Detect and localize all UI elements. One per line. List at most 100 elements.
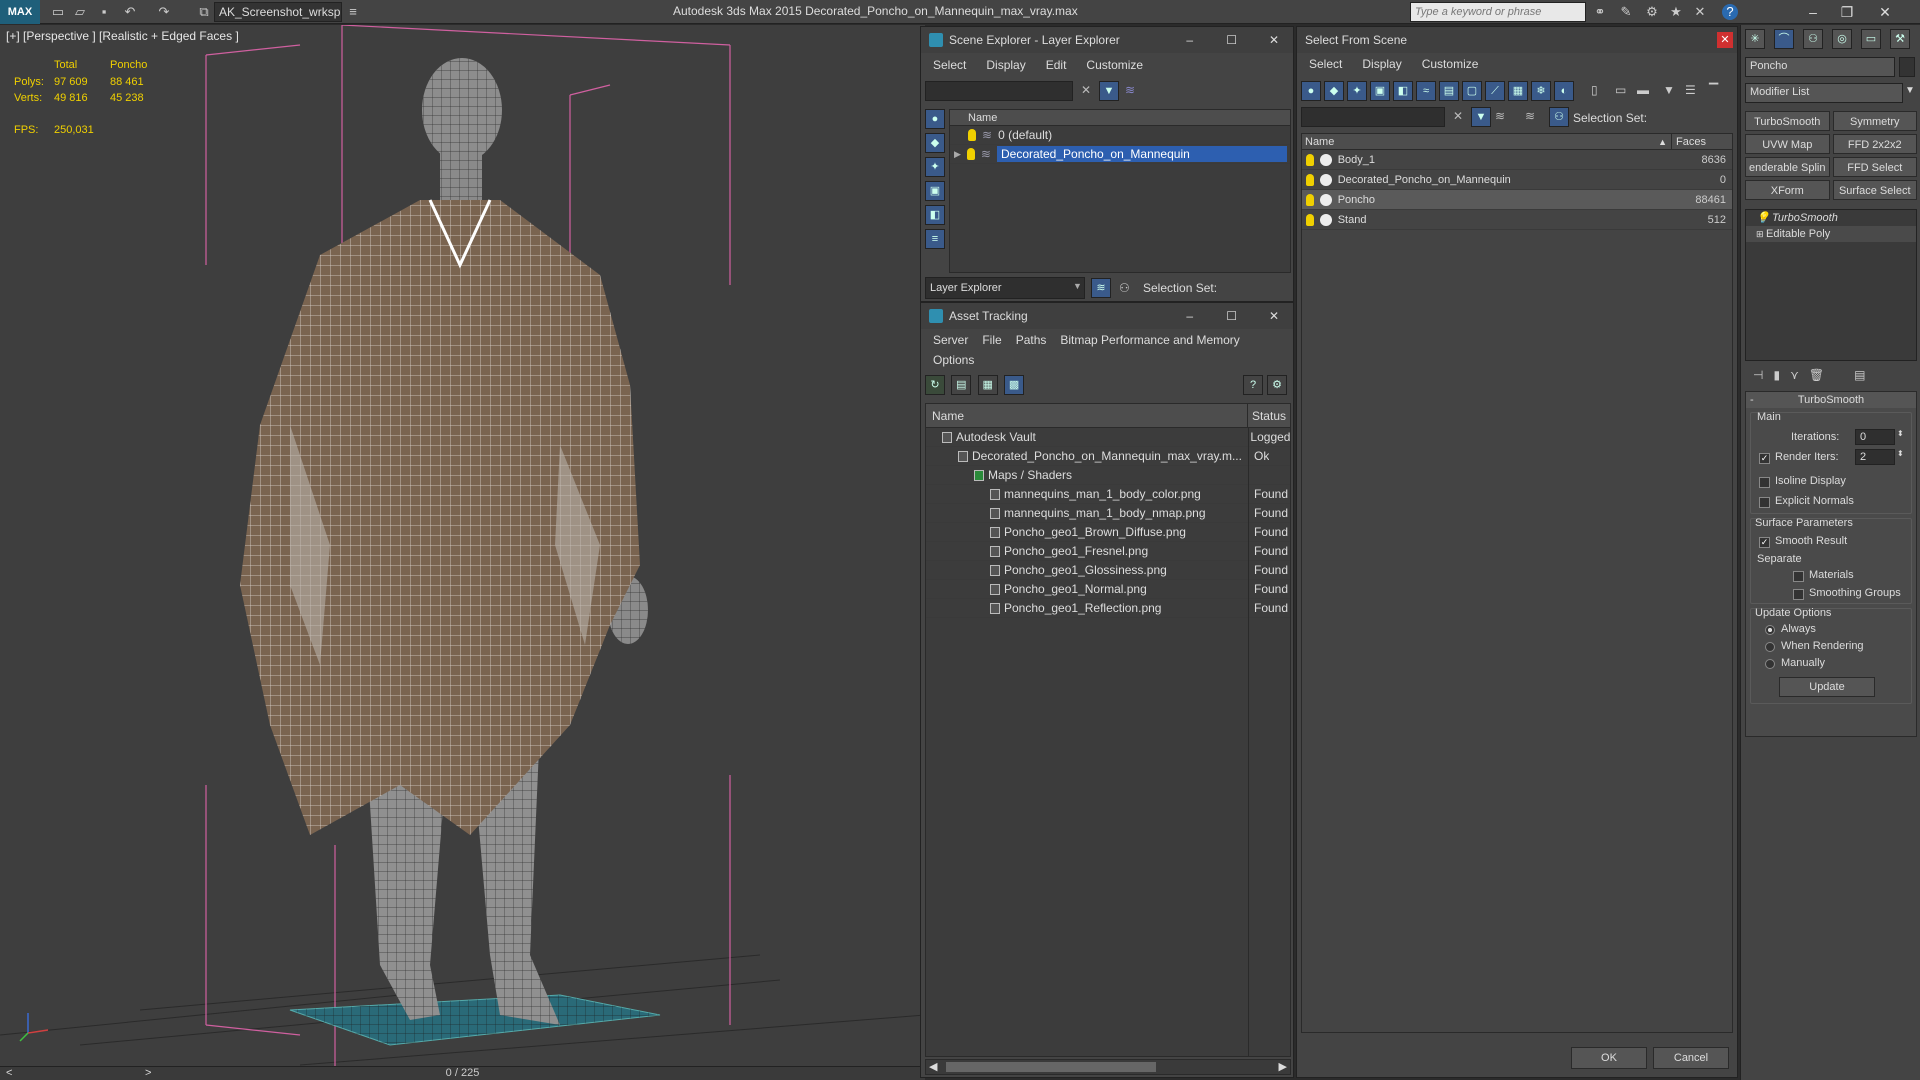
display-cameras-icon[interactable]: ▣ — [925, 181, 945, 201]
utilities-tab-icon[interactable]: ⚒ — [1890, 29, 1910, 49]
explorer-type-dropdown[interactable]: Layer Explorer — [925, 277, 1085, 299]
menu-select[interactable]: Select — [1309, 57, 1342, 71]
workspace-menu-icon[interactable]: ≡ — [345, 4, 361, 20]
smoothing-groups-checkbox[interactable] — [1793, 589, 1804, 600]
pin-stack-icon[interactable]: ⊣ — [1753, 368, 1763, 382]
filter-spacewarps-icon[interactable]: ≈ — [1416, 81, 1436, 101]
close-icon[interactable]: ✕ — [1269, 303, 1279, 329]
iterations-spinner[interactable]: 0 — [1855, 429, 1895, 445]
menu-display[interactable]: Display — [1362, 57, 1401, 71]
restore-button[interactable]: ❐ — [1830, 0, 1864, 24]
filter-bones-icon[interactable]: ⟋ — [1485, 81, 1505, 101]
col-name-header[interactable]: Name ▲ — [1302, 134, 1672, 149]
hierarchy-icon[interactable]: ☰ — [1685, 83, 1696, 97]
modifier-button[interactable]: enderable Splin — [1745, 157, 1830, 177]
filter-icon[interactable]: ▼ — [1663, 83, 1675, 97]
asset-row[interactable]: Poncho_geo1_Glossiness.png Found — [926, 561, 1290, 580]
filter-groups-icon[interactable]: ▤ — [1439, 81, 1459, 101]
manually-radio[interactable] — [1765, 659, 1775, 669]
expand-arrow-icon[interactable]: ▶ — [954, 149, 961, 160]
display-invert-icon[interactable]: ▬ — [1637, 83, 1649, 97]
filter-icon[interactable]: ▼ — [1099, 81, 1119, 101]
object-row[interactable]: Stand 512 — [1302, 210, 1732, 230]
modifier-button[interactable]: Surface Select — [1832, 180, 1917, 200]
layer-row-poncho[interactable]: ▶ ≋ Decorated_Poncho_on_Mannequin — [950, 145, 1290, 164]
when-rendering-radio[interactable] — [1765, 642, 1775, 652]
asset-row[interactable]: Poncho_geo1_Normal.png Found — [926, 580, 1290, 599]
chevron-down-icon[interactable]: ▼ — [1905, 85, 1915, 96]
new-file-icon[interactable]: ▭ — [50, 4, 66, 20]
maximize-icon[interactable]: ☐ — [1226, 303, 1237, 329]
hierarchy-sort-icon[interactable]: ⚇ — [1549, 107, 1569, 127]
asset-row[interactable]: mannequins_man_1_body_color.png Found — [926, 485, 1290, 504]
timeline-next-button[interactable]: > — [145, 1067, 151, 1079]
menu-edit[interactable]: Edit — [1046, 58, 1067, 72]
stack-item-turbosmooth[interactable]: 💡 TurboSmooth — [1746, 210, 1916, 226]
binoculars-icon[interactable]: ⚭ — [1592, 4, 1608, 20]
lightbulb-icon[interactable] — [1306, 193, 1314, 206]
menu-bitmap-performance[interactable]: Bitmap Performance and Memory — [1060, 333, 1239, 347]
save-icon[interactable]: ▪ — [96, 4, 112, 20]
asset-row[interactable]: Decorated_Poncho_on_Mannequin_max_vray.m… — [926, 447, 1290, 466]
col-faces-header[interactable]: Faces — [1672, 134, 1706, 149]
hierarchy-tab-icon[interactable]: ⚇ — [1803, 29, 1823, 49]
display-helpers-icon[interactable]: ◧ — [925, 205, 945, 225]
select-search-input[interactable] — [1301, 107, 1445, 127]
display-tab-icon[interactable]: ▭ — [1861, 29, 1881, 49]
object-color-swatch[interactable] — [1899, 57, 1915, 77]
redo-icon[interactable]: ↷ — [156, 4, 172, 20]
close-icon[interactable]: ✕ — [1269, 27, 1279, 53]
thumbnails-icon[interactable]: ▦ — [977, 375, 998, 395]
display-layers-icon[interactable]: ≡ — [925, 229, 945, 249]
object-row[interactable]: Body_1 8636 — [1302, 150, 1732, 170]
scrollbar-thumb[interactable] — [946, 1062, 1156, 1072]
make-unique-icon[interactable]: ⋎ — [1790, 368, 1799, 382]
filter-toggle-icon[interactable]: ▼ — [1471, 107, 1491, 127]
lightbulb-icon[interactable] — [1306, 173, 1314, 186]
chevron-down-icon[interactable]: ▼ — [1073, 281, 1082, 291]
modifier-button[interactable]: XForm — [1745, 180, 1830, 200]
modify-tab-icon[interactable]: ⌒ — [1774, 29, 1794, 49]
asset-row[interactable]: Poncho_geo1_Reflection.png Found — [926, 599, 1290, 618]
asset-row[interactable]: Autodesk Vault Logged — [926, 428, 1290, 447]
asset-row[interactable]: mannequins_man_1_body_nmap.png Found — [926, 504, 1290, 523]
stack-item-editable-poly[interactable]: ⊞ Editable Poly — [1746, 226, 1916, 242]
close-icon[interactable]: ✕ — [1717, 32, 1733, 48]
menu-select[interactable]: Select — [933, 58, 966, 72]
tools-icon[interactable]: ✎ — [1618, 4, 1634, 20]
perspective-viewport[interactable]: [+] [Perspective ] [Realistic + Edged Fa… — [0, 25, 925, 1066]
configure-sets-icon[interactable]: ▤ — [1854, 368, 1865, 382]
lightbulb-icon[interactable] — [1306, 213, 1314, 226]
modifier-button[interactable]: FFD Select — [1832, 157, 1917, 177]
minimize-button[interactable]: – — [1796, 0, 1830, 24]
object-row[interactable]: Decorated_Poncho_on_Mannequin 0 — [1302, 170, 1732, 190]
spinner-arrows-icon[interactable]: ⬍ — [1897, 449, 1904, 458]
collapse-icon[interactable]: ▔ — [1709, 83, 1718, 97]
maximize-icon[interactable]: ☐ — [1226, 27, 1237, 53]
scroll-left-icon[interactable]: ◀ — [929, 1060, 937, 1073]
asset-row[interactable]: Maps / Shaders — [926, 466, 1290, 485]
rollout-header[interactable]: - TurboSmooth — [1746, 392, 1916, 408]
col-name-header[interactable]: Name — [926, 404, 1248, 427]
explicit-normals-checkbox[interactable] — [1759, 497, 1770, 508]
smooth-result-checkbox[interactable]: ✓ — [1759, 537, 1770, 548]
sort-by-layer-icon[interactable]: ≋ — [1091, 278, 1111, 298]
remove-modifier-icon[interactable]: 🗑 — [1809, 368, 1824, 382]
materials-checkbox[interactable] — [1793, 571, 1804, 582]
always-radio[interactable] — [1765, 625, 1775, 635]
hierarchy-icon[interactable]: ⚇ — [1119, 281, 1130, 295]
app-logo[interactable]: MAX — [0, 0, 40, 24]
menu-server[interactable]: Server — [933, 333, 968, 347]
menu-display[interactable]: Display — [986, 58, 1025, 72]
asset-row[interactable]: Poncho_geo1_Brown_Diffuse.png Found — [926, 523, 1290, 542]
lightbulb-icon[interactable]: 💡 — [1756, 210, 1770, 226]
display-lights-icon[interactable]: ✦ — [925, 157, 945, 177]
minimize-icon[interactable]: – — [1186, 27, 1193, 53]
sort-up-icon[interactable]: ▲ — [1658, 134, 1667, 150]
filter-containers-icon[interactable]: ▦ — [1508, 81, 1528, 101]
motion-tab-icon[interactable]: ◎ — [1832, 29, 1852, 49]
modifier-button[interactable]: Symmetry — [1832, 111, 1917, 131]
help-icon[interactable]: ? — [1243, 375, 1263, 395]
table-view-icon[interactable]: ▩ — [1004, 375, 1025, 395]
menu-paths[interactable]: Paths — [1016, 333, 1047, 347]
